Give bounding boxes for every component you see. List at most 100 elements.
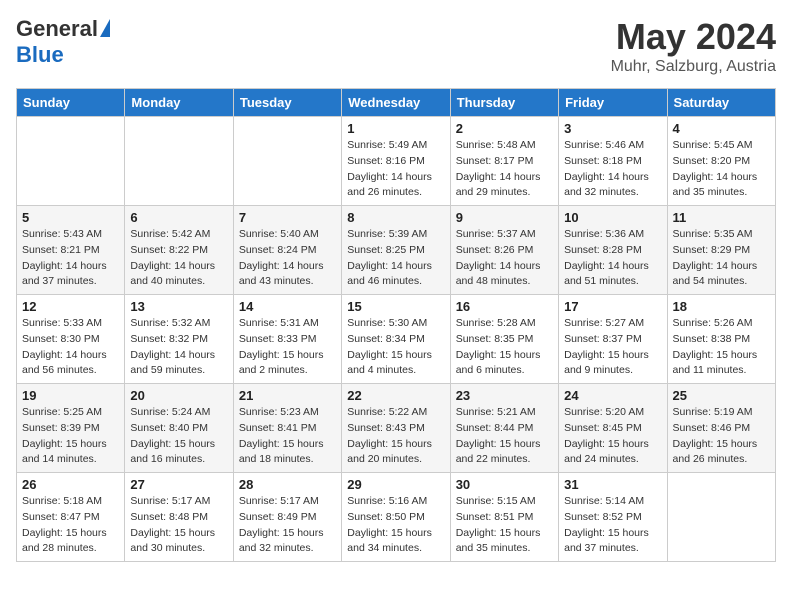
day-number: 15 <box>347 299 444 314</box>
day-number: 29 <box>347 477 444 492</box>
day-number: 17 <box>564 299 661 314</box>
day-info: Sunrise: 5:46 AM Sunset: 8:18 PM Dayligh… <box>564 138 661 201</box>
calendar-week-row: 1 Sunrise: 5:49 AM Sunset: 8:16 PM Daylig… <box>17 117 776 206</box>
day-info: Sunrise: 5:18 AM Sunset: 8:47 PM Dayligh… <box>22 494 119 557</box>
month-title: May 2024 <box>611 16 776 58</box>
calendar-cell: 24 Sunrise: 5:20 AM Sunset: 8:45 PM Dayli… <box>559 384 667 473</box>
calendar-cell: 30 Sunrise: 5:15 AM Sunset: 8:51 PM Dayli… <box>450 473 558 562</box>
day-info: Sunrise: 5:14 AM Sunset: 8:52 PM Dayligh… <box>564 494 661 557</box>
calendar-cell: 28Sunrise: 5:17 AM Sunset: 8:49 PM Dayli… <box>233 473 341 562</box>
day-number: 16 <box>456 299 553 314</box>
calendar-cell: 1 Sunrise: 5:49 AM Sunset: 8:16 PM Daylig… <box>342 117 450 206</box>
logo-general: General <box>16 16 98 42</box>
day-number: 27 <box>130 477 227 492</box>
day-info: Sunrise: 5:26 AM Sunset: 8:38 PM Dayligh… <box>673 316 770 379</box>
day-info: Sunrise: 5:22 AM Sunset: 8:43 PM Dayligh… <box>347 405 444 468</box>
day-number: 2 <box>456 121 553 136</box>
calendar-cell: 2 Sunrise: 5:48 AM Sunset: 8:17 PM Daylig… <box>450 117 558 206</box>
calendar-cell: 11Sunrise: 5:35 AM Sunset: 8:29 PM Dayli… <box>667 206 775 295</box>
day-number: 14 <box>239 299 336 314</box>
day-number: 11 <box>673 210 770 225</box>
day-number: 19 <box>22 388 119 403</box>
day-number: 4 <box>673 121 770 136</box>
calendar-cell: 6Sunrise: 5:42 AM Sunset: 8:22 PM Daylig… <box>125 206 233 295</box>
day-info: Sunrise: 5:37 AM Sunset: 8:26 PM Dayligh… <box>456 227 553 290</box>
day-number: 20 <box>130 388 227 403</box>
day-info: Sunrise: 5:30 AM Sunset: 8:34 PM Dayligh… <box>347 316 444 379</box>
day-info: Sunrise: 5:15 AM Sunset: 8:51 PM Dayligh… <box>456 494 553 557</box>
day-info: Sunrise: 5:32 AM Sunset: 8:32 PM Dayligh… <box>130 316 227 379</box>
calendar-cell: 23 Sunrise: 5:21 AM Sunset: 8:44 PM Dayli… <box>450 384 558 473</box>
calendar-cell: 19Sunrise: 5:25 AM Sunset: 8:39 PM Dayli… <box>17 384 125 473</box>
day-number: 6 <box>130 210 227 225</box>
calendar-cell: 18 Sunrise: 5:26 AM Sunset: 8:38 PM Dayli… <box>667 295 775 384</box>
calendar-cell: 20 Sunrise: 5:24 AM Sunset: 8:40 PM Dayli… <box>125 384 233 473</box>
day-info: Sunrise: 5:43 AM Sunset: 8:21 PM Dayligh… <box>22 227 119 290</box>
calendar-cell <box>667 473 775 562</box>
day-info: Sunrise: 5:36 AM Sunset: 8:28 PM Dayligh… <box>564 227 661 290</box>
day-number: 23 <box>456 388 553 403</box>
day-number: 12 <box>22 299 119 314</box>
day-info: Sunrise: 5:17 AM Sunset: 8:49 PM Dayligh… <box>239 494 336 557</box>
calendar-cell: 22 Sunrise: 5:22 AM Sunset: 8:43 PM Dayli… <box>342 384 450 473</box>
day-number: 31 <box>564 477 661 492</box>
day-number: 25 <box>673 388 770 403</box>
day-info: Sunrise: 5:23 AM Sunset: 8:41 PM Dayligh… <box>239 405 336 468</box>
logo: General Blue <box>16 16 110 68</box>
day-number: 21 <box>239 388 336 403</box>
calendar-cell: 10 Sunrise: 5:36 AM Sunset: 8:28 PM Dayli… <box>559 206 667 295</box>
day-number: 10 <box>564 210 661 225</box>
day-number: 18 <box>673 299 770 314</box>
day-info: Sunrise: 5:33 AM Sunset: 8:30 PM Dayligh… <box>22 316 119 379</box>
day-info: Sunrise: 5:20 AM Sunset: 8:45 PM Dayligh… <box>564 405 661 468</box>
location-title: Muhr, Salzburg, Austria <box>611 58 776 76</box>
day-info: Sunrise: 5:17 AM Sunset: 8:48 PM Dayligh… <box>130 494 227 557</box>
calendar-header-thursday: Thursday <box>450 89 558 117</box>
day-number: 9 <box>456 210 553 225</box>
calendar-header-monday: Monday <box>125 89 233 117</box>
calendar-week-row: 12 Sunrise: 5:33 AM Sunset: 8:30 PM Dayli… <box>17 295 776 384</box>
day-info: Sunrise: 5:48 AM Sunset: 8:17 PM Dayligh… <box>456 138 553 201</box>
day-number: 3 <box>564 121 661 136</box>
day-number: 24 <box>564 388 661 403</box>
day-info: Sunrise: 5:21 AM Sunset: 8:44 PM Dayligh… <box>456 405 553 468</box>
calendar-cell: 5 Sunrise: 5:43 AM Sunset: 8:21 PM Daylig… <box>17 206 125 295</box>
page-header: General Blue May 2024 Muhr, Salzburg, Au… <box>16 16 776 76</box>
calendar-cell <box>17 117 125 206</box>
calendar-cell: 12 Sunrise: 5:33 AM Sunset: 8:30 PM Dayli… <box>17 295 125 384</box>
calendar-cell: 17 Sunrise: 5:27 AM Sunset: 8:37 PM Dayli… <box>559 295 667 384</box>
calendar-cell: 13 Sunrise: 5:32 AM Sunset: 8:32 PM Dayli… <box>125 295 233 384</box>
day-number: 8 <box>347 210 444 225</box>
day-info: Sunrise: 5:16 AM Sunset: 8:50 PM Dayligh… <box>347 494 444 557</box>
calendar-header-row: SundayMondayTuesdayWednesdayThursdayFrid… <box>17 89 776 117</box>
title-block: May 2024 Muhr, Salzburg, Austria <box>611 16 776 76</box>
day-number: 7 <box>239 210 336 225</box>
day-info: Sunrise: 5:39 AM Sunset: 8:25 PM Dayligh… <box>347 227 444 290</box>
calendar-cell: 15 Sunrise: 5:30 AM Sunset: 8:34 PM Dayli… <box>342 295 450 384</box>
calendar-cell: 9 Sunrise: 5:37 AM Sunset: 8:26 PM Daylig… <box>450 206 558 295</box>
day-number: 5 <box>22 210 119 225</box>
day-info: Sunrise: 5:45 AM Sunset: 8:20 PM Dayligh… <box>673 138 770 201</box>
day-info: Sunrise: 5:19 AM Sunset: 8:46 PM Dayligh… <box>673 405 770 468</box>
day-number: 13 <box>130 299 227 314</box>
day-number: 1 <box>347 121 444 136</box>
calendar-cell: 31 Sunrise: 5:14 AM Sunset: 8:52 PM Dayli… <box>559 473 667 562</box>
calendar-cell: 4 Sunrise: 5:45 AM Sunset: 8:20 PM Daylig… <box>667 117 775 206</box>
calendar-cell: 26Sunrise: 5:18 AM Sunset: 8:47 PM Dayli… <box>17 473 125 562</box>
calendar-week-row: 19Sunrise: 5:25 AM Sunset: 8:39 PM Dayli… <box>17 384 776 473</box>
calendar-week-row: 26Sunrise: 5:18 AM Sunset: 8:47 PM Dayli… <box>17 473 776 562</box>
day-number: 22 <box>347 388 444 403</box>
day-info: Sunrise: 5:40 AM Sunset: 8:24 PM Dayligh… <box>239 227 336 290</box>
calendar-cell <box>233 117 341 206</box>
day-info: Sunrise: 5:24 AM Sunset: 8:40 PM Dayligh… <box>130 405 227 468</box>
calendar-header-wednesday: Wednesday <box>342 89 450 117</box>
day-info: Sunrise: 5:49 AM Sunset: 8:16 PM Dayligh… <box>347 138 444 201</box>
calendar-cell: 21 Sunrise: 5:23 AM Sunset: 8:41 PM Dayli… <box>233 384 341 473</box>
day-info: Sunrise: 5:27 AM Sunset: 8:37 PM Dayligh… <box>564 316 661 379</box>
calendar-week-row: 5 Sunrise: 5:43 AM Sunset: 8:21 PM Daylig… <box>17 206 776 295</box>
calendar-cell: 29 Sunrise: 5:16 AM Sunset: 8:50 PM Dayli… <box>342 473 450 562</box>
day-number: 30 <box>456 477 553 492</box>
calendar-cell: 3 Sunrise: 5:46 AM Sunset: 8:18 PM Daylig… <box>559 117 667 206</box>
calendar-cell <box>125 117 233 206</box>
calendar-cell: 27 Sunrise: 5:17 AM Sunset: 8:48 PM Dayli… <box>125 473 233 562</box>
